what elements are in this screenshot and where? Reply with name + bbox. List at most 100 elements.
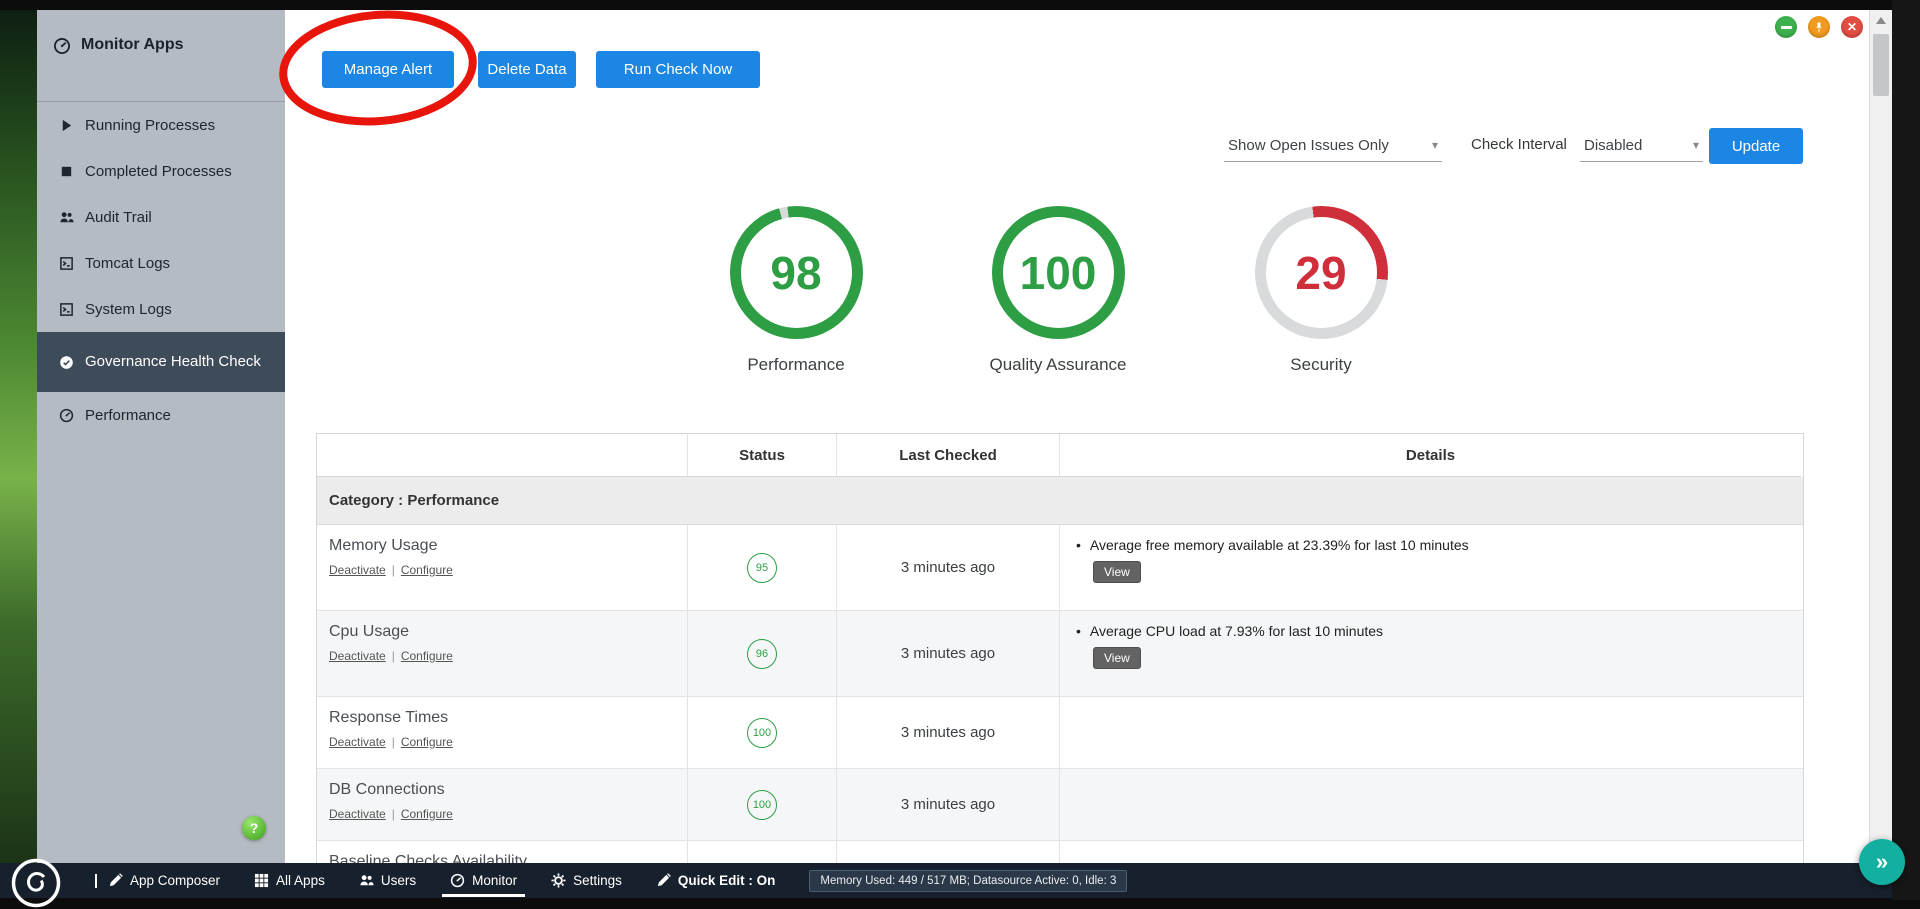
gauge-label: Quality Assurance [989,355,1127,374]
run-check-now-button[interactable]: Run Check Now [596,51,760,88]
gauge-ring: 100 [991,206,1125,339]
sidebar-title: Monitor Apps [81,36,184,53]
sidebar-item-label: Governance Health Check [85,352,261,370]
memory-status-badge: Memory Used: 449 / 517 MB; Datasource Ac… [809,869,1128,892]
gauge-value: 100 [1019,246,1097,299]
close-button[interactable]: ✕ [1841,16,1863,38]
check-interval-select[interactable]: Disabled ▾ [1580,129,1703,162]
gauge-performance: 98 Performance [696,206,896,375]
log-icon [60,256,73,270]
scrollbar-thumb[interactable] [1873,34,1889,96]
check-name: Cpu Usage [329,623,410,640]
action-separator: | [391,563,395,577]
deactivate-link[interactable]: Deactivate [329,563,386,577]
question-mark-icon: ? [249,820,259,836]
table-row: Cpu Usage Deactivate | Configure 96 3 minu… [317,611,1803,697]
help-button[interactable]: ? [242,816,266,840]
desktop-right-strip [1892,0,1920,900]
gauge-ring: 29 [1254,206,1388,339]
deactivate-link[interactable]: Deactivate [329,807,386,821]
taskbar-item-monitor[interactable]: Monitor [442,873,526,897]
last-checked: 3 minutes ago [837,611,1060,696]
check-interval-label: Check Interval [1471,136,1567,153]
taskbar-item-all-apps[interactable]: All Apps [254,873,325,888]
chevron-down-icon: ▾ [1692,138,1699,152]
view-button[interactable]: View [1093,561,1141,583]
scroll-up-button[interactable] [1870,10,1892,30]
taskbar-item-label: Users [380,873,417,888]
play-icon [62,119,72,131]
sidebar: Monitor Apps Running Processes Completed… [37,10,285,863]
table-row: Baseline Checks Availability [317,841,1803,863]
taskbar-item-label: Settings [573,873,622,888]
health-check-table: Status Last Checked Details Category : P… [316,433,1804,863]
check-circle-icon [60,355,73,369]
sidebar-item-label: Completed Processes [85,162,232,180]
check-name: Memory Usage [329,537,438,554]
minimize-button[interactable] [1775,16,1797,38]
configure-link[interactable]: Configure [401,807,453,821]
sidebar-item-completed-processes[interactable]: Completed Processes [37,148,285,194]
users-icon [60,211,74,222]
pin-button[interactable] [1808,16,1830,38]
chevrons-right-icon: » [1875,849,1889,874]
taskbar-item-users[interactable]: Users [359,873,416,888]
taskbar-item-label: App Composer [130,873,221,888]
table-header-row: Status Last Checked Details [317,434,1803,477]
action-separator: | [391,649,395,663]
vertical-scrollbar[interactable] [1869,10,1892,863]
taskbar-item-quick-edit[interactable]: Quick Edit : On [656,873,776,888]
chevron-down-icon: ▾ [1431,138,1438,152]
sidebar-item-label: Tomcat Logs [85,254,171,272]
sidebar-item-system-logs[interactable]: System Logs [37,286,285,332]
sidebar-item-audit-trail[interactable]: Audit Trail [37,194,285,240]
stop-icon [61,166,72,176]
configure-link[interactable]: Configure [401,563,453,577]
gauge-ring: 98 [729,206,863,339]
configure-link[interactable]: Configure [401,649,453,663]
status-badge: 100 [747,717,777,748]
expand-panel-button[interactable]: » [1859,839,1905,885]
taskbar-item-label: Quick Edit : On [677,873,776,888]
configure-link[interactable]: Configure [401,735,453,749]
sidebar-item-tomcat-logs[interactable]: Tomcat Logs [37,240,285,286]
header-cell-empty [317,434,688,477]
sidebar-header: Monitor Apps [37,10,285,102]
status-badge: 96 [747,638,777,669]
view-button[interactable]: View [1093,647,1141,669]
deactivate-link[interactable]: Deactivate [329,735,386,749]
sidebar-item-label: Performance [85,406,171,424]
delete-data-button[interactable]: Delete Data [478,51,576,88]
check-interval-value: Disabled [1584,136,1643,154]
bullet-icon: • [1076,537,1081,553]
last-checked: 3 minutes ago [837,769,1060,840]
sidebar-item-running-processes[interactable]: Running Processes [37,102,285,148]
gauge-icon [54,38,70,54]
gauge-security: 29 Security [1221,206,1421,375]
manage-alert-button[interactable]: Manage Alert [322,51,454,88]
desktop-wallpaper-strip [0,10,37,863]
check-name: Response Times [329,709,449,726]
taskbar-item-app-composer[interactable]: App Composer [95,873,220,888]
sidebar-item-governance-health-check[interactable]: Governance Health Check [37,332,285,392]
show-issues-select[interactable]: Show Open Issues Only ▾ [1224,129,1442,162]
update-button[interactable]: Update [1709,128,1803,164]
header-cell-last-checked: Last Checked [837,434,1060,477]
header-cell-details: Details [1060,434,1801,477]
gauge-value: 98 [770,246,822,299]
taskbar-item-settings[interactable]: Settings [551,873,622,888]
check-name: DB Connections [329,781,445,798]
sidebar-item-label: Audit Trail [85,208,152,226]
deactivate-link[interactable]: Deactivate [329,649,386,663]
users-icon [360,875,374,886]
divider [95,873,97,888]
taskbar-item-label: Monitor [472,873,518,888]
minimize-icon [1780,25,1792,29]
gear-icon [551,873,566,888]
sidebar-item-performance[interactable]: Performance [37,392,285,438]
gauge-label: Security [1290,355,1352,374]
table-row: Response Times Deactivate | Configure 100 … [317,697,1803,769]
last-checked: 3 minutes ago [837,697,1060,768]
gauge-quality-assurance: 100 Quality Assurance [958,206,1158,375]
table-row: Memory Usage Deactivate | Configure 95 3 m… [317,525,1803,611]
